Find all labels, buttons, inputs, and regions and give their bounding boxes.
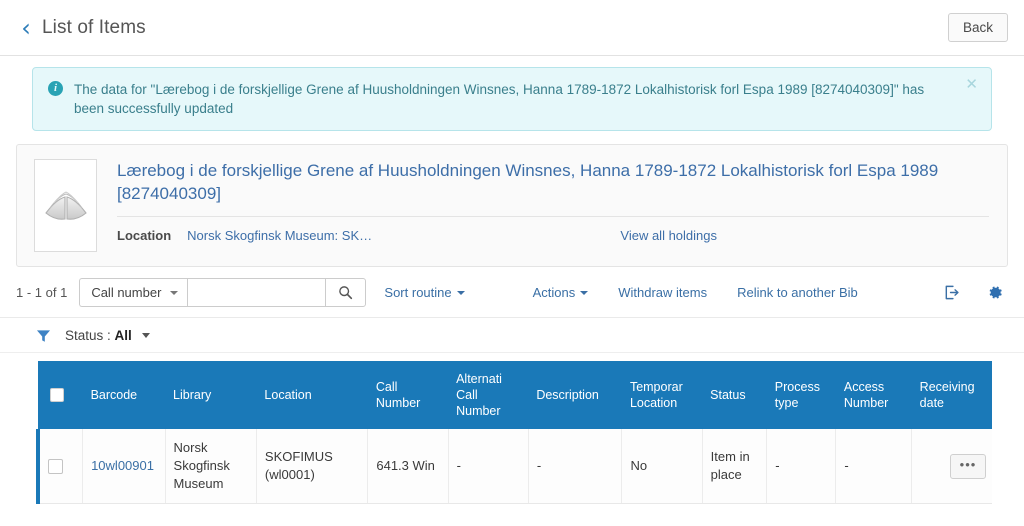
items-toolbar: 1 - 1 of 1 Call number Sort routine Acti… bbox=[0, 267, 1024, 318]
header-row: Barcode Library Location Call Number Alt… bbox=[38, 361, 992, 429]
column-header-temporary-location[interactable]: Temporar Location bbox=[621, 361, 703, 429]
export-icon bbox=[945, 285, 959, 300]
column-header-status[interactable]: Status bbox=[702, 361, 767, 429]
actions-dropdown[interactable]: Actions bbox=[533, 285, 589, 300]
settings-button[interactable] bbox=[982, 280, 1008, 306]
items-table-body: 10wl00901 Norsk Skogfinsk Museum SKOFIMU… bbox=[38, 429, 992, 504]
column-header-barcode[interactable]: Barcode bbox=[82, 361, 166, 429]
chevron-left-icon[interactable]: ‹ bbox=[14, 16, 38, 40]
alert-region: i The data for "Lærebog i de forskjellig… bbox=[0, 56, 1024, 131]
cell-access-number: - bbox=[835, 429, 913, 504]
cell-description: - bbox=[528, 429, 623, 504]
select-all-checkbox[interactable] bbox=[50, 388, 64, 402]
chevron-down-icon bbox=[170, 290, 179, 295]
column-header-alternative-call-number[interactable]: Alternati Call Number bbox=[448, 361, 529, 429]
filter-funnel-icon bbox=[36, 329, 51, 343]
column-header-library[interactable]: Library bbox=[165, 361, 257, 429]
search-button[interactable] bbox=[325, 278, 367, 307]
cell-call-number: 641.3 Win bbox=[367, 429, 449, 504]
column-header-receiving-date[interactable]: Receiving date bbox=[911, 361, 992, 429]
search-input[interactable] bbox=[187, 278, 326, 307]
chevron-down-icon bbox=[580, 290, 589, 295]
column-header-location[interactable]: Location bbox=[256, 361, 368, 429]
column-header-description[interactable]: Description bbox=[528, 361, 622, 429]
cell-temporary-location: No bbox=[621, 429, 703, 504]
cell-library: Norsk Skogfinsk Museum bbox=[165, 429, 257, 504]
cell-barcode: 10wl00901 bbox=[82, 429, 166, 504]
view-all-holdings-link[interactable]: View all holdings bbox=[620, 228, 989, 243]
items-table-header: Barcode Library Location Call Number Alt… bbox=[38, 361, 992, 429]
search-icon bbox=[339, 286, 353, 300]
cell-alternative-call-number: - bbox=[448, 429, 529, 504]
cell-process-type: - bbox=[766, 429, 837, 504]
items-list-page: ‹ List of Items Back i The data for "Lær… bbox=[0, 0, 1024, 526]
status-filter-value: All bbox=[114, 328, 132, 343]
record-location-row: Location Norsk Skogfinsk Museum: SK… Vie… bbox=[117, 216, 989, 243]
location-label: Location bbox=[117, 228, 172, 243]
gear-icon bbox=[989, 286, 1002, 299]
page-header: ‹ List of Items Back bbox=[0, 0, 1024, 56]
items-table-region: Barcode Library Location Call Number Alt… bbox=[0, 353, 1024, 504]
sort-routine-dropdown[interactable]: Sort routine bbox=[384, 285, 465, 300]
barcode-link[interactable]: 10wl00901 bbox=[91, 458, 154, 473]
relink-to-another-bib-link[interactable]: Relink to another Bib bbox=[737, 285, 858, 300]
page-title: List of Items bbox=[42, 16, 146, 38]
items-table: Barcode Library Location Call Number Alt… bbox=[36, 361, 992, 504]
info-circle-icon: i bbox=[48, 81, 63, 96]
row-actions-button[interactable]: ••• bbox=[950, 453, 986, 479]
status-filter-row: Status : All bbox=[0, 318, 1024, 353]
status-filter-label: Status : All bbox=[65, 328, 132, 343]
back-button[interactable]: Back bbox=[947, 12, 1008, 43]
status-filter-key: Status : bbox=[65, 328, 111, 343]
record-card-region: Lærebog i de forskjellige Grene af Huush… bbox=[0, 131, 1024, 267]
actions-label: Actions bbox=[532, 285, 576, 300]
open-book-placeholder-icon bbox=[34, 159, 97, 252]
alert-message: The data for "Lærebog i de forskjellige … bbox=[74, 82, 925, 116]
column-header-process-type[interactable]: Process type bbox=[766, 361, 836, 429]
record-title-link[interactable]: Lærebog i de forskjellige Grene af Huush… bbox=[117, 159, 989, 216]
cell-row-actions: ••• bbox=[911, 429, 992, 504]
success-alert: i The data for "Lærebog i de forskjellig… bbox=[32, 67, 992, 131]
search-field-select-label: Call number bbox=[91, 285, 162, 300]
sort-routine-label: Sort routine bbox=[384, 285, 452, 300]
export-button[interactable] bbox=[938, 280, 964, 306]
row-checkbox[interactable] bbox=[48, 458, 63, 474]
column-header-call-number[interactable]: Call Number bbox=[367, 361, 449, 429]
close-icon[interactable]: ✕ bbox=[963, 75, 980, 94]
chevron-down-icon[interactable] bbox=[141, 333, 150, 338]
withdraw-items-link[interactable]: Withdraw items bbox=[618, 285, 707, 300]
record-details: Lærebog i de forskjellige Grene af Huush… bbox=[117, 159, 989, 252]
search-field-select[interactable]: Call number bbox=[79, 278, 188, 307]
results-count: 1 - 1 of 1 bbox=[16, 285, 68, 300]
row-select-cell bbox=[38, 429, 84, 504]
record-card: Lærebog i de forskjellige Grene af Huush… bbox=[16, 144, 1008, 267]
search-group: Call number bbox=[79, 278, 367, 307]
location-value: Norsk Skogfinsk Museum: SK… bbox=[187, 228, 373, 243]
column-header-access-number[interactable]: Access Number bbox=[835, 361, 912, 429]
cell-status: Item in place bbox=[702, 429, 768, 504]
table-row[interactable]: 10wl00901 Norsk Skogfinsk Museum SKOFIMU… bbox=[38, 429, 992, 504]
chevron-down-icon bbox=[456, 290, 465, 295]
select-all-header bbox=[38, 361, 83, 429]
cell-location: SKOFIMUS (wl0001) bbox=[256, 429, 369, 504]
